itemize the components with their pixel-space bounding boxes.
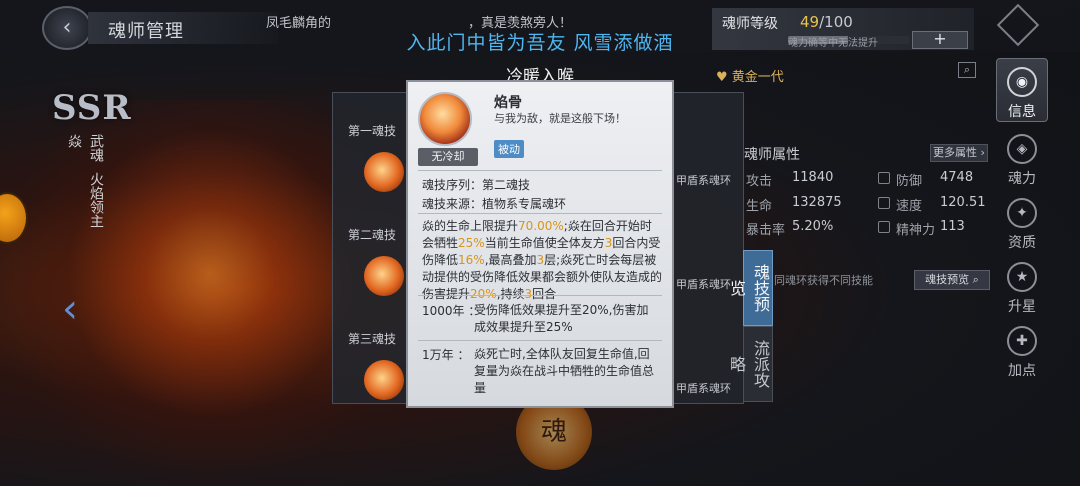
star-icon: ★ <box>1007 262 1037 292</box>
stat-label-speed: 速度 <box>896 199 923 214</box>
tier-label: ♥ 黄金一代 <box>716 70 784 85</box>
hero-name: 焱 <box>66 134 82 148</box>
divider <box>418 340 662 341</box>
skill-sequence: 魂技序列：第二魂技 <box>422 178 531 192</box>
stat-value-defense: 4748 <box>940 170 974 185</box>
tab-school-guide[interactable]: 流派攻略 <box>727 326 773 402</box>
stat-value-spirit: 113 <box>940 219 965 234</box>
flame-bone-skill-icon <box>418 92 472 146</box>
plus-point-icon: ✚ <box>1007 326 1037 356</box>
rarity-badge: SSR <box>52 88 132 128</box>
wuhun-name: 火焰领主 <box>88 172 104 228</box>
year10000-label: 1万年 ： <box>422 348 470 362</box>
skill-row-label-3: 第三魂技 <box>348 332 397 346</box>
soul-power-icon: ◈ <box>1007 134 1037 164</box>
search-icon: ⌕ <box>969 273 979 286</box>
stat-label-attack: 攻击 <box>746 174 773 189</box>
cooldown-badge: 无冷却 <box>418 148 478 166</box>
skill-name: 焰骨 <box>494 95 522 111</box>
stat-value-speed: 120.51 <box>940 195 986 210</box>
skill-quote: 与我为敌，就是这般下场！ <box>494 112 626 125</box>
ring-label-2: 甲盾系魂环 <box>676 278 731 291</box>
spirit-icon <box>878 221 890 233</box>
arrow-left-icon[interactable]: ‹ <box>62 286 78 332</box>
skill-orb-2[interactable] <box>364 256 404 296</box>
wuhun-label: 武魂 <box>88 134 104 162</box>
nav-item-info[interactable]: ◉ 信息 <box>996 58 1048 122</box>
aptitude-icon: ✦ <box>1007 198 1037 228</box>
divider <box>418 213 662 214</box>
skill-orb-1[interactable] <box>364 152 404 192</box>
stat-label-defense: 防御 <box>896 174 923 189</box>
skill-source: 魂技来源：植物系专属魂环 <box>422 197 567 211</box>
ring-label-1: 甲盾系魂环 <box>676 174 731 187</box>
defense-icon <box>878 172 890 184</box>
nav-item-aptitude[interactable]: ✦ 资质 <box>996 198 1048 252</box>
skill-description: 焱的生命上限提升70.00%;焱在回合开始时会牺牲25%当前生命值使全体友方3回… <box>422 219 663 301</box>
stats-title: 魂师属性 <box>744 147 800 163</box>
info-icon: ◉ <box>1007 67 1037 97</box>
nav-item-soul-power[interactable]: ◈ 魂力 <box>996 134 1048 188</box>
speed-icon <box>878 197 890 209</box>
nav-item-star-up[interactable]: ★ 升星 <box>996 262 1048 316</box>
year10000-text: 焱死亡时,全体队友回复生命值,回复量为焱在战斗中牺牲的生命值总量 <box>474 347 655 395</box>
stat-value-hp: 132875 <box>792 195 842 210</box>
year1000-label: 1000年 ： <box>422 304 481 318</box>
divider <box>418 170 662 171</box>
heart-icon: ♥ <box>716 70 732 85</box>
stat-value-crit: 5.20% <box>792 219 834 234</box>
year1000-text: 受伤降低效果提升至20%,伤害加成效果提升至25% <box>474 303 649 334</box>
skill-row-label-2: 第二魂技 <box>348 228 397 242</box>
tab-skill-preview[interactable]: 魂技预览 <box>727 250 773 326</box>
nav-item-add-point[interactable]: ✚ 加点 <box>996 326 1048 380</box>
stat-value-attack: 11840 <box>792 170 834 185</box>
stat-label-hp: 生命 <box>746 199 773 214</box>
skill-orb-3[interactable] <box>364 360 404 400</box>
stat-label-spirit: 精神力 <box>896 223 936 238</box>
ring-hint: 同魂环获得不同技能 <box>774 274 873 287</box>
search-icon[interactable]: ⌕ <box>958 62 976 78</box>
divider <box>418 295 662 296</box>
stat-label-crit: 暴击率 <box>746 223 786 238</box>
overlay-caption: 入此门中皆为吾友 风雪添做酒 <box>406 32 674 54</box>
ring-label-3: 甲盾系魂环 <box>676 382 731 395</box>
more-stats-button[interactable]: 更多属性 › <box>930 144 988 162</box>
skill-row-label-1: 第一魂技 <box>348 124 397 138</box>
skill-type-badge: 被动 <box>494 140 524 158</box>
skill-preview-button[interactable]: 魂技预览 ⌕ <box>914 270 990 290</box>
